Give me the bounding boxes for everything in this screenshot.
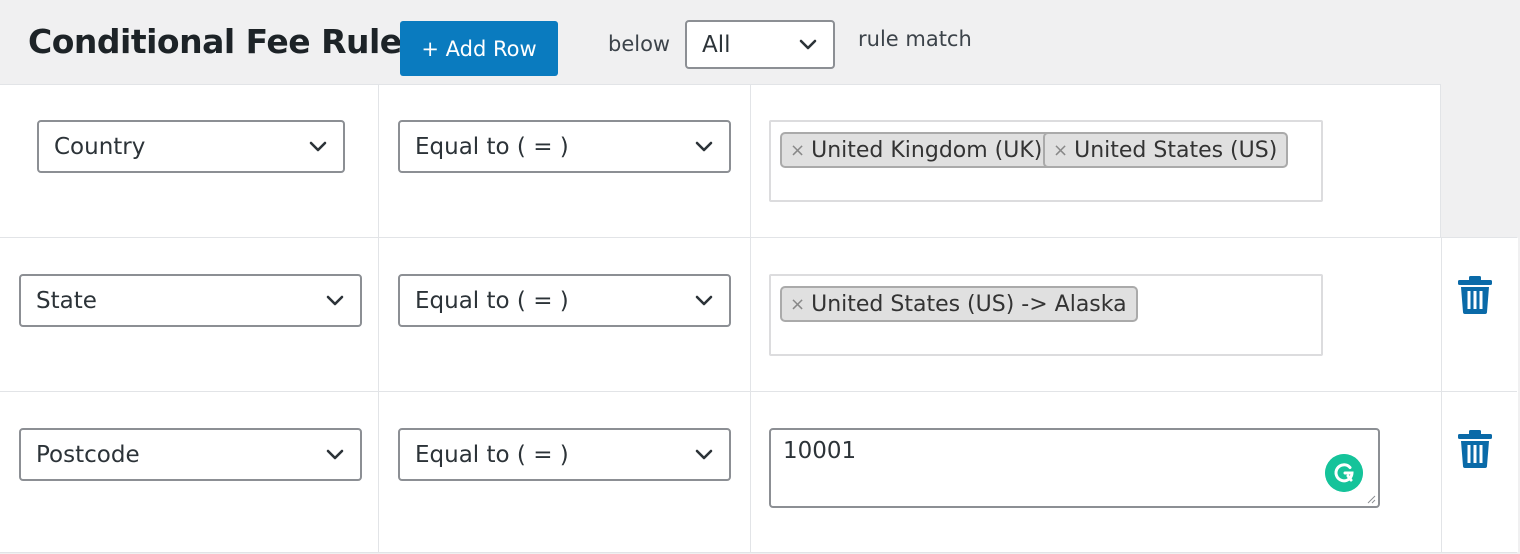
condition-operator-value: Equal to ( = ) [415,287,569,314]
page-title: Conditional Fee Rule [28,22,402,61]
chevron-down-icon [799,39,817,49]
rule-match-select[interactable]: All [685,20,835,69]
condition-row: Postcode Equal to ( = ) 10001 [0,391,1518,553]
tag-label: United Kingdom (UK) [811,137,1043,163]
row-actions [1441,392,1518,552]
grammarly-icon[interactable] [1325,454,1363,492]
condition-operator-value: Equal to ( = ) [415,441,569,468]
condition-field-select[interactable]: Postcode [19,428,362,481]
condition-field-value: Postcode [36,441,140,468]
tag-label: United States (US) -> Alaska [811,291,1127,317]
chevron-down-icon [695,295,713,305]
chevron-down-icon [326,449,344,459]
rule-match-value: All [702,31,731,58]
page-header: Conditional Fee Rule + Add Row below All… [0,0,1520,84]
rule-match-label: rule match [858,27,972,51]
condition-field-value: Country [54,133,146,160]
close-icon[interactable]: × [1053,140,1068,161]
selected-tag: × United Kingdom (UK) [780,132,1054,168]
condition-operator-select[interactable]: Equal to ( = ) [398,274,731,327]
selected-tag: × United States (US) -> Alaska [780,286,1138,322]
trash-icon[interactable] [1458,276,1492,314]
condition-value-multiselect[interactable]: × United Kingdom (UK) × United States (U… [769,120,1323,202]
condition-field-select[interactable]: State [19,274,362,327]
conditions-table: Country Equal to ( = ) × United Kingdom … [0,84,1518,553]
resize-handle-icon[interactable] [1366,494,1376,504]
trash-icon[interactable] [1458,430,1492,468]
condition-row: State Equal to ( = ) × United States (US… [0,237,1518,392]
chevron-down-icon [695,141,713,151]
condition-operator-select[interactable]: Equal to ( = ) [398,120,731,173]
chevron-down-icon [326,295,344,305]
row-actions [1441,238,1518,392]
postcode-value: 10001 [783,438,857,464]
chevron-down-icon [309,141,327,151]
tag-label: United States (US) [1074,137,1278,163]
condition-operator-select[interactable]: Equal to ( = ) [398,428,731,481]
condition-value-multiselect[interactable]: × United States (US) -> Alaska [769,274,1323,356]
below-label: below [608,32,671,56]
condition-row: Country Equal to ( = ) × United Kingdom … [0,84,1441,238]
condition-field-value: State [36,287,97,314]
chevron-down-icon [695,449,713,459]
selected-tag: × United States (US) [1043,132,1289,168]
condition-field-select[interactable]: Country [37,120,345,173]
condition-operator-value: Equal to ( = ) [415,133,569,160]
postcode-textarea[interactable]: 10001 [769,428,1380,508]
close-icon[interactable]: × [790,294,805,315]
add-row-button[interactable]: + Add Row [400,21,558,76]
close-icon[interactable]: × [790,140,805,161]
